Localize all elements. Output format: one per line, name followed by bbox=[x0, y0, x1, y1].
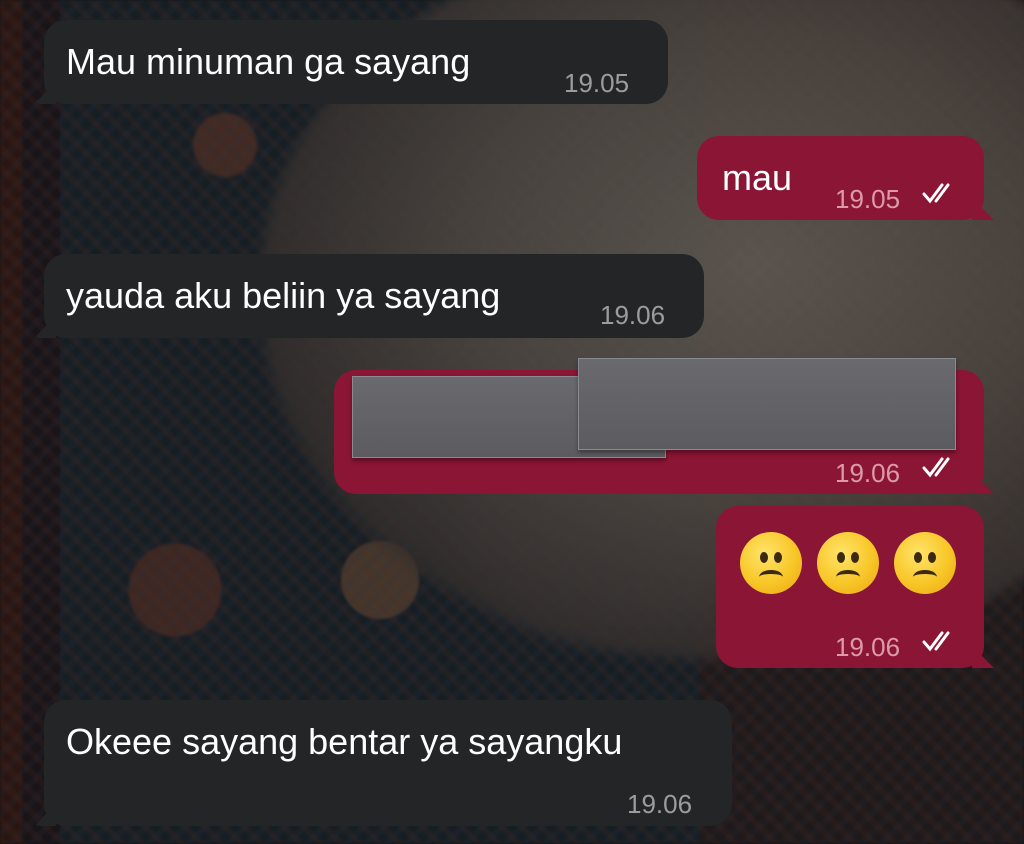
message-bubble-incoming[interactable]: Okeee sayang bentar ya sayangku 19.06 bbox=[34, 700, 732, 826]
message-text: mau bbox=[722, 157, 793, 198]
message-text: Mau minuman ga sayang bbox=[66, 41, 471, 82]
message-bubble-incoming[interactable]: Mau minuman ga sayang 19.05 bbox=[34, 20, 668, 104]
message-time: 19.05 bbox=[835, 184, 901, 214]
frowning-face-emoji-icon bbox=[817, 532, 879, 594]
message-bubble-outgoing[interactable]: 19.06 bbox=[716, 506, 994, 668]
message-time: 19.05 bbox=[564, 68, 630, 98]
message-time: 19.06 bbox=[835, 632, 901, 662]
message-time: 19.06 bbox=[835, 458, 901, 488]
message-text: yauda aku beliin ya sayang bbox=[66, 275, 501, 316]
message-bubble-incoming[interactable]: yauda aku beliin ya sayang 19.06 bbox=[34, 254, 704, 338]
message-bubble-outgoing-redacted[interactable]: 19.06 bbox=[334, 358, 994, 494]
message-list[interactable]: Mau minuman ga sayang 19.05 mau 19.05 ya… bbox=[0, 0, 1024, 844]
read-receipt-icon bbox=[922, 457, 950, 478]
frowning-face-emoji-icon bbox=[740, 532, 802, 594]
message-time: 19.06 bbox=[600, 300, 666, 330]
message-bubble-outgoing[interactable]: mau 19.05 bbox=[697, 136, 994, 220]
read-receipt-icon bbox=[922, 631, 950, 652]
redaction-block bbox=[578, 358, 956, 450]
message-text: Okeee sayang bentar ya sayangku bbox=[66, 721, 623, 762]
frowning-face-emoji-icon bbox=[894, 532, 956, 594]
read-receipt-icon bbox=[922, 183, 950, 204]
message-time: 19.06 bbox=[627, 789, 693, 819]
